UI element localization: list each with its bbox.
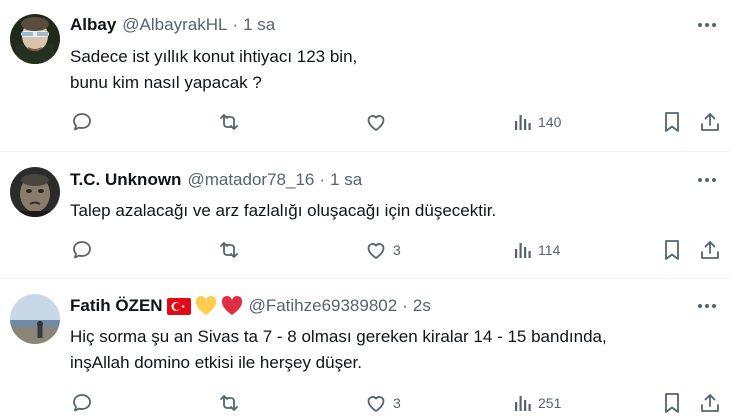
tweet[interactable]: Fatih ÖZEN @Fatihze69389802 · 2s Hiç sor… (0, 280, 730, 420)
like-button[interactable]: 3 (364, 389, 401, 417)
share-icon (701, 113, 719, 131)
avatar[interactable] (10, 294, 60, 344)
tweet-text: Talep azalacağı ve arz fazlalığı oluşaca… (70, 198, 710, 224)
retweet-icon (220, 395, 238, 411)
reply-button[interactable] (70, 236, 99, 264)
view-count: 251 (538, 395, 562, 411)
share-button[interactable] (698, 389, 722, 417)
view-count: 114 (538, 242, 561, 258)
views-icon (515, 115, 531, 130)
tweet[interactable]: T.C. Unknown @matador78_16 · 1 sa Talep … (0, 153, 730, 279)
more-options-button[interactable] (692, 294, 722, 318)
share-icon (701, 241, 719, 259)
bookmark-button[interactable] (660, 108, 684, 136)
views-button[interactable]: 251 (513, 389, 561, 417)
author-name[interactable]: Fatih ÖZEN (70, 294, 163, 318)
reply-icon (73, 394, 91, 412)
views-icon (515, 396, 531, 411)
views-button[interactable]: 114 (513, 236, 560, 264)
like-button[interactable]: 3 (364, 236, 401, 264)
tweet[interactable]: Albay @AlbayrakHL · 1 sa Sadece ist yıll… (0, 0, 730, 152)
author-handle[interactable]: @matador78_16 (187, 168, 314, 192)
retweet-button[interactable] (217, 389, 246, 417)
avatar[interactable] (10, 167, 60, 217)
author-name[interactable]: Albay (70, 13, 116, 37)
like-button[interactable] (364, 108, 393, 136)
author-handle[interactable]: @AlbayrakHL (122, 13, 227, 37)
reply-icon (73, 241, 91, 259)
tweet-text-line: Hiç sorma şu an Sivas ta 7 - 8 olması ge… (70, 327, 607, 346)
share-button[interactable] (698, 108, 722, 136)
like-icon (367, 396, 385, 412)
bookmark-button[interactable] (660, 389, 684, 417)
retweet-button[interactable] (217, 108, 246, 136)
timestamp[interactable]: 1 sa (330, 168, 362, 192)
more-icon (698, 23, 716, 27)
red-heart-emoji (221, 296, 243, 316)
tweet-text-line: inşAllah domino etkisi ile herşey düşer. (70, 353, 362, 372)
tweet-text: Hiç sorma şu an Sivas ta 7 - 8 olması ge… (70, 324, 710, 376)
retweet-icon (220, 242, 238, 258)
tweet-text-line: Talep azalacağı ve arz fazlalığı oluşaca… (70, 201, 497, 220)
yellow-heart-emoji (195, 296, 217, 316)
timestamp[interactable]: 2s (413, 294, 431, 318)
separator-dot: · (319, 170, 326, 189)
tweet-text-line: bunu kim nasıl yapacak ? (70, 73, 262, 92)
bookmark-button[interactable] (660, 236, 684, 264)
more-options-button[interactable] (692, 168, 722, 192)
retweet-button[interactable] (217, 236, 246, 264)
view-count: 140 (538, 114, 562, 130)
tweet-text-line: Sadece ist yıllık konut ihtiyacı 123 bin… (70, 47, 358, 66)
reply-icon (73, 113, 91, 131)
reply-button[interactable] (70, 389, 99, 417)
avatar[interactable] (10, 14, 60, 64)
like-icon (367, 243, 385, 259)
share-button[interactable] (698, 236, 722, 264)
more-icon (698, 178, 716, 182)
more-options-button[interactable] (692, 13, 722, 37)
views-icon (515, 243, 531, 258)
author-handle[interactable]: @Fatihze69389802 (249, 294, 398, 318)
bookmark-icon (665, 240, 679, 260)
share-icon (701, 394, 719, 412)
separator-dot: · (402, 296, 408, 315)
reply-button[interactable] (70, 108, 99, 136)
author-name[interactable]: T.C. Unknown (70, 168, 181, 192)
timestamp[interactable]: 1 sa (243, 13, 275, 37)
tweet-text: Sadece ist yıllık konut ihtiyacı 123 bin… (70, 44, 710, 96)
retweet-icon (220, 114, 238, 130)
like-count: 3 (393, 395, 401, 411)
bookmark-icon (665, 393, 679, 413)
more-icon (698, 304, 716, 308)
views-button[interactable]: 140 (513, 108, 561, 136)
bookmark-icon (665, 112, 679, 132)
like-count: 3 (393, 242, 401, 258)
turkey-flag-emoji (166, 297, 191, 315)
like-icon (367, 115, 385, 131)
separator-dot: · (232, 15, 239, 34)
